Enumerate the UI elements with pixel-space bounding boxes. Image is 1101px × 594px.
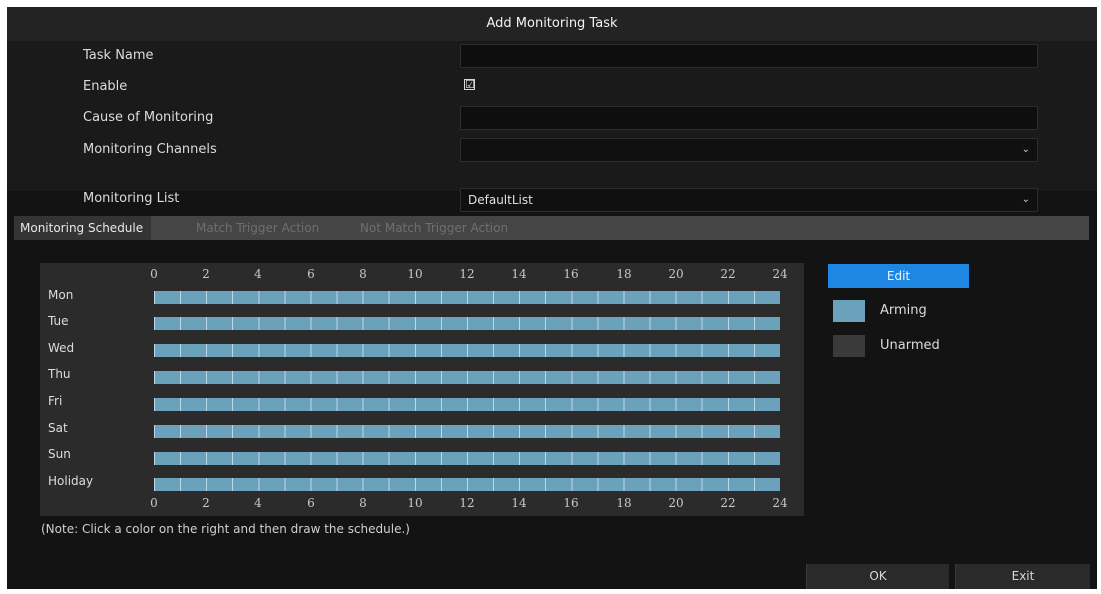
hour-label-top: 12: [459, 267, 475, 281]
hour-label-top: 18: [616, 267, 632, 281]
day-label: Sat: [48, 421, 68, 435]
dialog-title: Add Monitoring Task: [7, 7, 1097, 41]
task-name-row: Task Name: [7, 41, 1097, 71]
hour-label-top: 6: [307, 267, 315, 281]
list-select[interactable]: DefaultList ⌄: [460, 188, 1038, 212]
tab-not-match-trigger-action[interactable]: Not Match Trigger Action: [360, 216, 508, 240]
hour-label-top: 8: [359, 267, 367, 281]
channels-row: Monitoring Channels ⌄: [7, 135, 1097, 165]
chevron-down-icon: ⌄: [1021, 144, 1030, 155]
tab-match-trigger-action[interactable]: Match Trigger Action: [196, 216, 319, 240]
arming-label: Arming: [880, 303, 927, 318]
list-row: Monitoring List DefaultList ⌄: [7, 186, 1097, 216]
checkmark-icon: ☑: [465, 78, 475, 91]
hour-label-bottom: 4: [254, 496, 262, 510]
task-name-label: Task Name: [83, 48, 154, 63]
schedule-bar-fri[interactable]: [154, 398, 780, 411]
hour-label-bottom: 16: [563, 496, 579, 510]
hour-label-top: 2: [202, 267, 210, 281]
day-label: Mon: [48, 288, 74, 302]
hour-label-top: 24: [772, 267, 788, 281]
add-monitoring-task-dialog: Add Monitoring Task Task Name Enable ☑ C…: [7, 7, 1097, 589]
schedule-bar-mon[interactable]: [154, 291, 780, 304]
hour-label-top: 4: [254, 267, 262, 281]
schedule-bar-holiday[interactable]: [154, 478, 780, 491]
channels-select[interactable]: ⌄: [460, 138, 1038, 162]
enable-checkbox[interactable]: ☑: [464, 79, 475, 90]
arming-color-swatch[interactable]: [833, 300, 865, 322]
enable-label: Enable: [83, 79, 128, 94]
hour-label-top: 22: [720, 267, 736, 281]
chevron-down-icon: ⌄: [1021, 194, 1030, 205]
channels-label: Monitoring Channels: [83, 142, 217, 157]
hour-label-bottom: 14: [511, 496, 527, 510]
hour-label-bottom: 6: [307, 496, 315, 510]
tab-monitoring-schedule[interactable]: Monitoring Schedule: [14, 216, 152, 240]
schedule-bar-sun[interactable]: [154, 452, 780, 465]
list-value: DefaultList: [468, 193, 533, 207]
schedule-bar-wed[interactable]: [154, 344, 780, 357]
schedule-bar-tue[interactable]: [154, 317, 780, 330]
edit-button[interactable]: Edit: [828, 264, 969, 288]
hour-label-bottom: 10: [407, 496, 423, 510]
hour-label-top: 16: [563, 267, 579, 281]
hour-label-bottom: 24: [772, 496, 788, 510]
cause-input[interactable]: [460, 106, 1038, 130]
hour-label-bottom: 22: [720, 496, 736, 510]
hour-label-bottom: 18: [616, 496, 632, 510]
hour-label-bottom: 0: [150, 496, 158, 510]
hour-label-top: 14: [511, 267, 527, 281]
day-label: Holiday: [48, 474, 94, 488]
task-form: Task Name Enable ☑ Cause of Monitoring M…: [7, 41, 1097, 191]
unarmed-color-swatch[interactable]: [833, 335, 865, 357]
hour-label-top: 10: [407, 267, 423, 281]
tabs-bar: Monitoring Schedule Match Trigger Action…: [14, 216, 1089, 240]
hour-label-top: 20: [668, 267, 684, 281]
hour-label-bottom: 2: [202, 496, 210, 510]
day-label: Wed: [48, 341, 75, 355]
enable-row: Enable ☑: [7, 72, 1097, 102]
schedule-bar-sat[interactable]: [154, 425, 780, 438]
unarmed-label: Unarmed: [880, 338, 940, 353]
day-label: Fri: [48, 394, 63, 408]
hour-label-top: 0: [150, 267, 158, 281]
hour-label-bottom: 20: [668, 496, 684, 510]
list-label: Monitoring List: [83, 191, 180, 206]
cause-label: Cause of Monitoring: [83, 110, 214, 125]
schedule-grid: 0 2 4 6 8 10 12 14 16 18 20 22 24 Mon Tu…: [40, 263, 804, 516]
day-label: Thu: [48, 367, 71, 381]
hour-label-bottom: 8: [359, 496, 367, 510]
cause-row: Cause of Monitoring: [7, 103, 1097, 133]
task-name-input[interactable]: [460, 44, 1038, 68]
schedule-bar-thu[interactable]: [154, 371, 780, 384]
day-label: Tue: [48, 314, 69, 328]
hour-label-bottom: 12: [459, 496, 475, 510]
ok-button[interactable]: OK: [806, 564, 949, 589]
exit-button[interactable]: Exit: [955, 564, 1090, 589]
day-label: Sun: [48, 447, 71, 461]
schedule-note: (Note: Click a color on the right and th…: [41, 522, 410, 536]
